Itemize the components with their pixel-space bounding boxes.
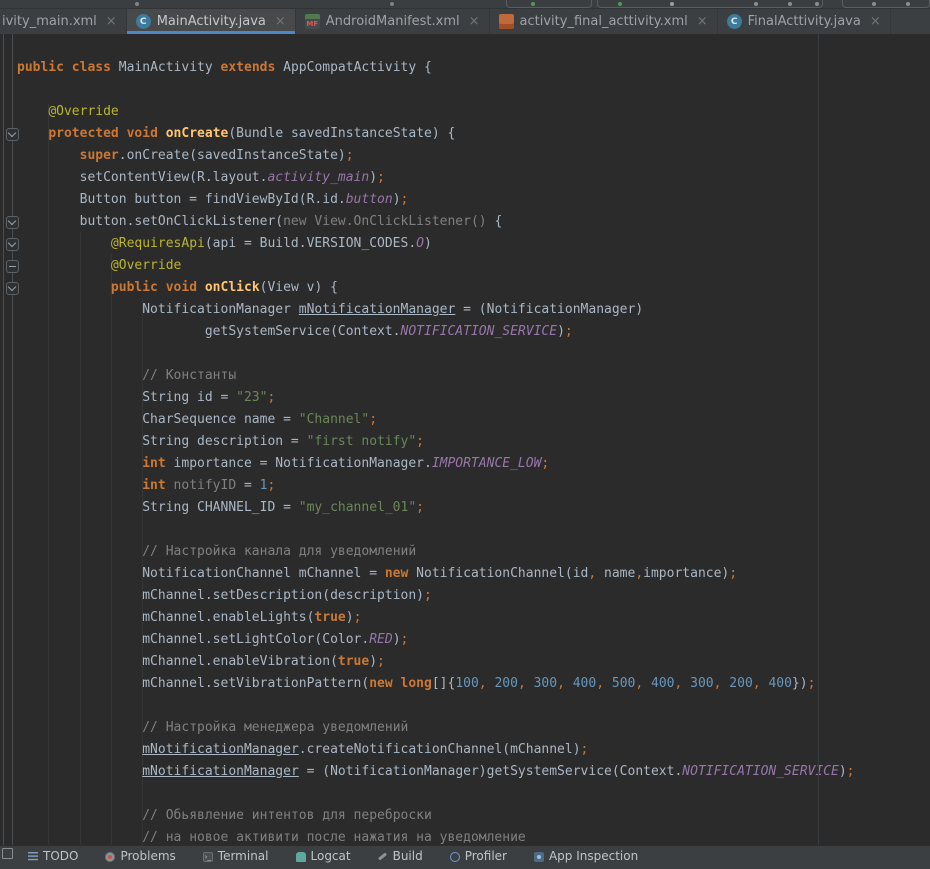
code-line: @RequiresApi(api = Build.VERSION_CODES.O… bbox=[17, 233, 855, 255]
chevron-down-icon bbox=[8, 283, 16, 291]
code-line: Button button = findViewById(R.id.button… bbox=[17, 189, 855, 211]
manifest-file-icon: MF bbox=[305, 14, 320, 29]
toolbar-dot-icon bbox=[618, 2, 622, 6]
editor-tab[interactable]: MF AndroidManifest.xml × bbox=[296, 9, 490, 34]
toolwindow-button-terminal[interactable]: ›_ Terminal bbox=[203, 849, 269, 863]
tab-bar: ivity_main.xml × C MainActivity.java × MF Andr… bbox=[0, 9, 930, 35]
indent-guide bbox=[80, 232, 81, 845]
indent-guide bbox=[142, 298, 143, 845]
chevron-down-icon bbox=[8, 217, 16, 225]
toolwindow-button-label: Logcat bbox=[311, 849, 351, 863]
toolbar-dot-icon bbox=[531, 2, 535, 6]
toolwindow-corner-icon[interactable] bbox=[2, 848, 13, 859]
toolwindow-button-profiler[interactable]: Profiler bbox=[450, 849, 507, 863]
toolwindow-button-appinspect[interactable]: App Inspection bbox=[534, 849, 638, 863]
toolwindow-button-label: Terminal bbox=[218, 849, 269, 863]
gutter-fold-line bbox=[12, 34, 13, 845]
code-line: setContentView(R.layout.activity_main); bbox=[17, 167, 855, 189]
fold-marker[interactable] bbox=[6, 260, 19, 273]
java-class-icon: C bbox=[136, 14, 151, 29]
tab-label: activity_final_acttivity.xml bbox=[520, 14, 688, 29]
editor-tab[interactable]: C FinalActtivity.java × bbox=[718, 9, 891, 34]
code-line: public void onClick(View v) { bbox=[17, 277, 855, 299]
toolbar-dot-icon bbox=[754, 2, 758, 6]
editor-tab[interactable]: ivity_main.xml × bbox=[0, 9, 127, 34]
code-line bbox=[17, 79, 855, 101]
code-line: @Override bbox=[17, 255, 855, 277]
toolbar-dot-icon bbox=[390, 2, 394, 6]
toolwindow-button-label: Problems bbox=[120, 849, 175, 863]
close-icon[interactable]: × bbox=[275, 15, 286, 28]
tab-label: MainActivity.java bbox=[157, 14, 266, 29]
toolwindow-button-label: App Inspection bbox=[549, 849, 638, 863]
toolbar-dot-icon bbox=[815, 2, 819, 6]
code-editor[interactable]: public class MainActivity extends AppCom… bbox=[0, 34, 930, 845]
toolbar-widget-group[interactable] bbox=[842, 0, 930, 8]
todo-icon bbox=[28, 852, 38, 862]
toolbar-dot-icon bbox=[872, 2, 876, 6]
toolbar-dot-icon bbox=[135, 2, 139, 6]
main-toolbar-strip bbox=[0, 0, 930, 9]
toolwindow-button-label: TODO bbox=[43, 849, 78, 863]
terminal-icon: ›_ bbox=[203, 852, 213, 862]
logcat-icon bbox=[296, 852, 306, 862]
code-line: public class MainActivity extends AppCom… bbox=[17, 57, 855, 79]
tab-label: FinalActtivity.java bbox=[748, 14, 861, 29]
close-icon[interactable]: × bbox=[870, 15, 881, 28]
android-studio-window: { "palette":{ "editor_bg":"#2b2b2b","bar… bbox=[0, 0, 930, 855]
toolwindow-bar: TODO Problems ›_ Terminal Logcat Build Profile… bbox=[0, 845, 930, 869]
java-class-icon: C bbox=[727, 14, 742, 29]
toolwindow-button-problems[interactable]: Problems bbox=[105, 849, 175, 863]
toolwindow-button-build[interactable]: Build bbox=[378, 849, 423, 863]
fold-marker[interactable] bbox=[6, 282, 19, 295]
profiler-icon bbox=[450, 852, 460, 862]
appinspect-icon bbox=[534, 852, 544, 862]
editor-tab[interactable]: activity_final_acttivity.xml × bbox=[490, 9, 718, 34]
problems-icon bbox=[105, 852, 115, 862]
toolwindow-button-logcat[interactable]: Logcat bbox=[296, 849, 351, 863]
code-line: protected void onCreate(Bundle savedInst… bbox=[17, 123, 855, 145]
tab-label: ivity_main.xml bbox=[2, 14, 97, 29]
close-icon[interactable]: × bbox=[106, 15, 117, 28]
code-line: @Override bbox=[17, 101, 855, 123]
fold-marker[interactable] bbox=[6, 216, 19, 229]
fold-minus-icon bbox=[9, 266, 16, 267]
toolbar-dot-icon bbox=[906, 2, 910, 6]
indent-guide bbox=[111, 254, 112, 845]
toolbar-dot-icon bbox=[670, 2, 674, 6]
toolbar-dot-icon bbox=[788, 2, 792, 6]
toolbar-widget-group[interactable] bbox=[506, 0, 592, 8]
code-line: super.onCreate(savedInstanceState); bbox=[17, 145, 855, 167]
chevron-down-icon bbox=[8, 129, 16, 137]
close-icon[interactable]: × bbox=[469, 15, 480, 28]
right-margin-guide bbox=[818, 34, 819, 845]
fold-marker[interactable] bbox=[6, 238, 19, 251]
tab-label: AndroidManifest.xml bbox=[326, 14, 460, 29]
toolwindow-button-label: Build bbox=[393, 849, 423, 863]
toolwindow-button-todo[interactable]: TODO bbox=[28, 849, 78, 863]
close-icon[interactable]: × bbox=[697, 15, 708, 28]
editor-tab[interactable]: C MainActivity.java × bbox=[127, 9, 296, 34]
code-line: button.setOnClickListener(new View.OnCli… bbox=[17, 211, 855, 233]
chevron-down-icon bbox=[8, 239, 16, 247]
gutter-fold-line bbox=[3, 34, 4, 845]
toolwindow-button-label: Profiler bbox=[465, 849, 507, 863]
indent-guide bbox=[48, 104, 49, 845]
layout-xml-file-icon bbox=[499, 14, 514, 29]
build-icon bbox=[378, 852, 388, 862]
fold-marker[interactable] bbox=[6, 128, 19, 141]
